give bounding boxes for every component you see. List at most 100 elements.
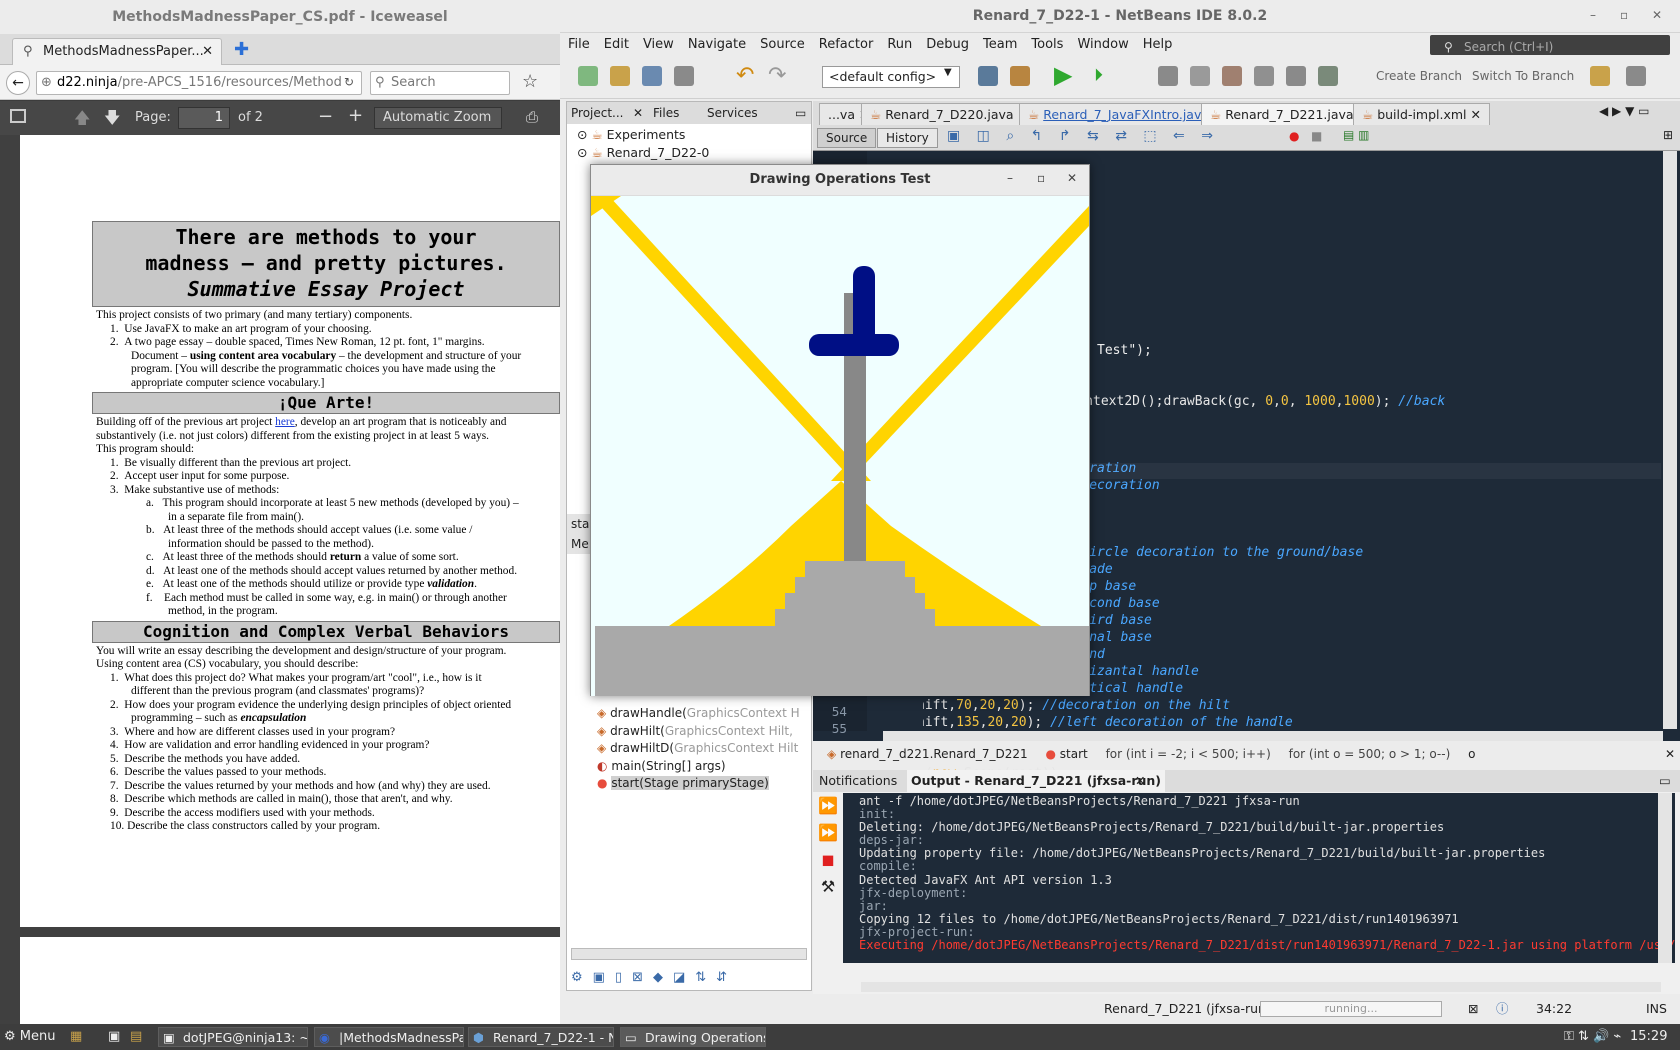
- menu-tools[interactable]: Tools: [1031, 37, 1063, 52]
- minimize-panel-icon[interactable]: ▭: [795, 102, 806, 124]
- close-icon[interactable]: ✕: [1067, 171, 1077, 185]
- menu-window[interactable]: Window: [1077, 37, 1128, 52]
- git-icon-2[interactable]: [1222, 66, 1242, 86]
- tab-notifications[interactable]: Notifications: [819, 770, 897, 792]
- member-item[interactable]: ◐ main(String[] args): [597, 758, 811, 776]
- menu-source[interactable]: Source: [760, 37, 805, 52]
- new-project-icon[interactable]: [610, 66, 630, 86]
- push-icon[interactable]: [1626, 66, 1646, 86]
- bookmark-star-icon[interactable]: ☆: [522, 71, 538, 92]
- page-number-input[interactable]: 1: [178, 107, 230, 129]
- close-tab-icon[interactable]: ✕: [202, 39, 213, 65]
- expand-icon[interactable]: ⊙: [577, 127, 587, 142]
- taskbar-item-browser[interactable]: ◉|MethodsMadnessPa...: [314, 1027, 464, 1047]
- tab-output[interactable]: Output - Renard_7_D221 (jfxsa-run): [907, 770, 1166, 792]
- stop-macro-icon[interactable]: ■: [1311, 129, 1322, 143]
- back-icon[interactable]: ←: [6, 71, 30, 95]
- close-icon[interactable]: ✕: [633, 102, 643, 124]
- zoom-in-icon[interactable]: +: [348, 105, 363, 126]
- search-input[interactable]: ⚲ Search: [370, 71, 510, 95]
- output-hscroll[interactable]: [861, 982, 1661, 992]
- breadcrumb-loop-1[interactable]: for (int i = -2; i < 500; i++): [1106, 747, 1271, 761]
- profile-icon[interactable]: [1158, 66, 1178, 86]
- git-icon-5[interactable]: [1318, 66, 1338, 86]
- drawing-canvas[interactable]: [591, 196, 1089, 696]
- site-info-icon[interactable]: ⊕: [41, 72, 52, 94]
- menu-help[interactable]: Help: [1143, 37, 1173, 52]
- maximize-icon[interactable]: ▫: [1037, 171, 1045, 185]
- open-project-icon[interactable]: [642, 66, 662, 86]
- git-icon-4[interactable]: [1286, 66, 1306, 86]
- menu-edit[interactable]: Edit: [604, 37, 629, 52]
- output-vscroll[interactable]: [1658, 793, 1672, 963]
- maximize-icon[interactable]: ▫: [1620, 8, 1628, 22]
- create-branch-button[interactable]: Create Branch: [1376, 69, 1462, 83]
- menu-debug[interactable]: Debug: [926, 37, 969, 52]
- member-item[interactable]: ◈ drawHiltD(GraphicsContext Hilt: [597, 740, 811, 758]
- member-item[interactable]: ◈ drawHandle(GraphicsContext H: [597, 705, 811, 723]
- new-tab-icon[interactable]: ✚: [234, 39, 249, 60]
- menu-view[interactable]: View: [643, 37, 674, 52]
- record-macro-icon[interactable]: ●: [1289, 129, 1299, 143]
- url-bar[interactable]: ⊕ d22.ninja/pre-APCS_1516/resources/Meth…: [36, 71, 362, 95]
- git-icon-3[interactable]: [1254, 66, 1274, 86]
- menu-navigate[interactable]: Navigate: [688, 37, 746, 52]
- project-node[interactable]: ⊙ ☕ Renard_7_D22-0: [577, 144, 709, 162]
- breadcrumb-class[interactable]: ◈ renard_7_d221.Renard_7_D221: [827, 747, 1028, 761]
- settings-icon[interactable]: ⚒: [813, 873, 843, 900]
- prev-page-icon[interactable]: 🡅: [74, 107, 90, 134]
- breadcrumb-method[interactable]: ● start: [1045, 747, 1087, 761]
- zoom-select[interactable]: Automatic Zoom: [374, 107, 502, 129]
- minimize-icon[interactable]: –: [1007, 171, 1013, 185]
- clean-build-icon[interactable]: [1010, 66, 1030, 86]
- tab-files[interactable]: Files: [653, 102, 679, 124]
- taskbar-item-drawing[interactable]: ▭Drawing Operations...: [620, 1027, 766, 1047]
- menu-refactor[interactable]: Refactor: [819, 37, 874, 52]
- editor-tool-icons[interactable]: ▣ ◫ ⌕ ↰ ↱ ⇆ ⇄ ⬚ ⇐ ⇒: [947, 128, 1219, 144]
- minimize-icon[interactable]: –: [1590, 8, 1596, 22]
- member-item-selected[interactable]: ● start(Stage primaryStage): [597, 775, 811, 793]
- menu-button[interactable]: ⚙ Menu: [4, 1024, 56, 1050]
- config-select[interactable]: <default config>: [822, 66, 960, 88]
- close-breadcrumb-icon[interactable]: ✕: [1665, 741, 1675, 767]
- menu-run[interactable]: Run: [887, 37, 912, 52]
- redo-icon[interactable]: ↷: [768, 63, 786, 88]
- notifications-icon[interactable]: ⓘ: [1496, 996, 1509, 1022]
- undo-icon[interactable]: ↶: [736, 63, 754, 88]
- close-icon[interactable]: ✕: [1652, 8, 1662, 22]
- sidebar-toggle-icon[interactable]: [10, 109, 26, 123]
- close-icon[interactable]: ✕: [1135, 770, 1145, 792]
- terminal-launcher-icon[interactable]: ▣: [108, 1024, 120, 1050]
- cancel-task-icon[interactable]: ⊠: [1468, 996, 1478, 1022]
- config-dropdown-icon[interactable]: ▼: [944, 67, 952, 78]
- fetch-icon[interactable]: [1590, 66, 1610, 86]
- horizontal-scrollbar[interactable]: [883, 731, 1663, 741]
- breadcrumb-var[interactable]: o: [1468, 747, 1475, 761]
- ide-search-input[interactable]: ⚲ Search (Ctrl+I): [1430, 35, 1670, 55]
- menu-team[interactable]: Team: [983, 37, 1017, 52]
- minimize-panel-icon[interactable]: ▭: [1659, 770, 1671, 792]
- taskbar-item-netbeans[interactable]: ⬢Renard_7_D22-1 - N...: [468, 1027, 614, 1047]
- build-icon[interactable]: [978, 66, 998, 86]
- expand-icon[interactable]: ⊙: [577, 145, 587, 160]
- tab-history[interactable]: History: [877, 128, 938, 148]
- vertical-scrollbar[interactable]: [1663, 151, 1677, 729]
- zoom-out-icon[interactable]: −: [318, 106, 333, 127]
- rerun-icon[interactable]: ⏩: [813, 792, 843, 819]
- comment-icons[interactable]: ▤ ▥: [1343, 128, 1370, 142]
- browser-tab[interactable]: ⚲ MethodsMadnessPaper... ✕: [12, 38, 222, 65]
- tab-projects[interactable]: Project...: [571, 102, 624, 124]
- print-icon[interactable]: ⎙: [526, 108, 538, 126]
- next-page-icon[interactable]: 🡇: [104, 107, 120, 134]
- project-node[interactable]: ⊙ ☕ Experiments: [577, 126, 685, 144]
- close-icon[interactable]: ✕: [1471, 107, 1481, 122]
- switch-branch-button[interactable]: Switch To Branch: [1472, 69, 1574, 83]
- tray-icons[interactable]: ⚿ ⇅ 🔊 ⌁: [1564, 1024, 1621, 1050]
- editor-tab[interactable]: ☕ Renard_7_D220.java ✕: [861, 103, 1038, 125]
- editor-tab-active[interactable]: ☕ Renard_7_D221.java ✕: [1201, 103, 1378, 125]
- tab-source[interactable]: Source: [817, 128, 877, 148]
- here-link[interactable]: here: [275, 416, 295, 428]
- tab-services[interactable]: Services: [707, 102, 758, 124]
- save-all-icon[interactable]: [674, 66, 694, 86]
- editor-tab[interactable]: ☕ build-impl.xml ✕: [1353, 103, 1490, 125]
